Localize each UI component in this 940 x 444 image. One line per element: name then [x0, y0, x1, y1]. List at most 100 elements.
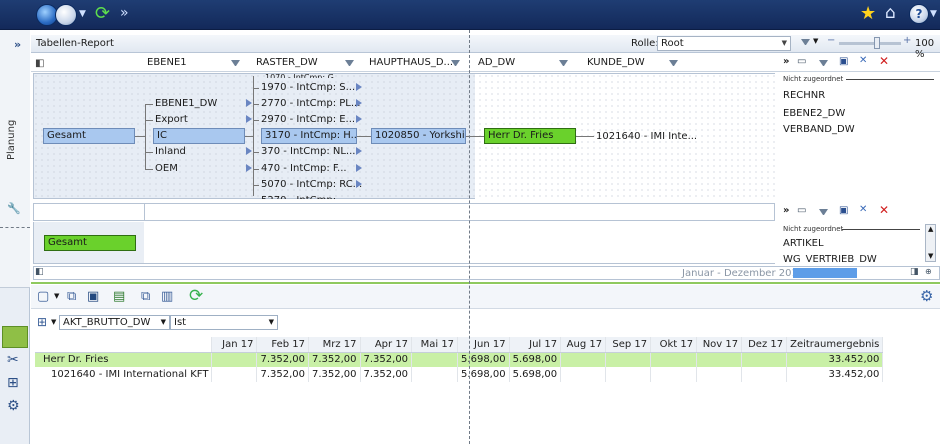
table-cell[interactable] [741, 352, 788, 367]
cross-icon[interactable]: ✕ [859, 204, 867, 215]
table-cell-total[interactable]: 33.452,00 [786, 352, 884, 367]
table-column-header[interactable]: Mrz 17 [308, 337, 361, 353]
scroll-up-icon[interactable]: ▲ [928, 225, 933, 233]
collapse-panel-icon[interactable]: » [14, 38, 21, 51]
table-column-header-total[interactable]: Zeitraumergebnis [786, 337, 884, 353]
settings-gear-icon[interactable]: ⚙ [920, 287, 933, 305]
table-column-header[interactable]: Sep 17 [605, 337, 652, 353]
expand-arrow-icon[interactable] [356, 147, 362, 155]
zoom-slider-handle[interactable] [874, 37, 880, 49]
expand-arrow-icon[interactable] [246, 115, 252, 123]
expand-arrow-icon[interactable] [356, 99, 362, 107]
timeline-selection[interactable] [793, 268, 857, 278]
version-select[interactable]: Ist ▼ [170, 315, 278, 330]
table-column-header[interactable]: Apr 17 [360, 337, 413, 353]
tree-label-raster[interactable]: 470 - IntCmp: F... [261, 163, 347, 175]
print-icon[interactable]: ▥ [161, 289, 173, 304]
filter-icon[interactable] [451, 60, 460, 68]
table-cell[interactable] [411, 367, 459, 382]
zoom-out-icon[interactable]: − [827, 35, 835, 46]
copy-icon[interactable]: ⧉ [67, 289, 76, 304]
help-dropdown-icon[interactable]: ▼ [930, 9, 937, 19]
settings-gear-icon[interactable]: ⚙ [7, 398, 20, 414]
export-icon[interactable]: ⧉ [141, 289, 150, 304]
table-cell[interactable] [605, 367, 652, 382]
hierarchy-icon[interactable]: ⊞ [7, 375, 19, 391]
column-ad[interactable]: AD_DW [478, 55, 515, 70]
vertical-scrollbar[interactable]: ▲ ▼ [925, 224, 936, 262]
column-raster[interactable]: RASTER_DW [256, 55, 318, 70]
tree-node-ad[interactable]: Herr Dr. Fries [484, 128, 576, 144]
tree-label-raster[interactable]: 2770 - IntCmp: PL... [261, 98, 360, 110]
table-cell[interactable]: 5.698,00 [509, 367, 562, 382]
table-cell[interactable] [211, 352, 258, 367]
table-cell[interactable]: 7.352,00 [360, 367, 413, 382]
table-cell[interactable] [650, 352, 698, 367]
filter-dropdown-icon[interactable]: ▼ [813, 37, 818, 45]
save-icon[interactable]: ▣ [839, 205, 848, 216]
expand-arrow-icon[interactable] [356, 180, 362, 188]
zoom-in-icon[interactable]: + [903, 35, 911, 46]
delete-icon[interactable]: ✕ [879, 54, 889, 68]
timeline-bar[interactable]: ◧ Januar - Dezember 2017 ◨ ⊕ [33, 266, 940, 280]
tree-label-raster[interactable]: 5270 - IntCmp: ... [261, 195, 349, 199]
row-label[interactable]: Herr Dr. Fries [35, 352, 213, 367]
layout-icon[interactable]: ▭ [797, 56, 806, 67]
filter-icon[interactable] [801, 39, 810, 47]
table-row[interactable]: Herr Dr. Fries 7.352,00 7.352,00 7.352,0… [35, 352, 884, 367]
tools-icon[interactable]: ✂ [7, 352, 19, 368]
table-column-header[interactable]: Okt 17 [650, 337, 698, 353]
tree-label-export[interactable]: Export [155, 114, 188, 126]
pages-icon[interactable] [2, 326, 28, 348]
table-column-header[interactable]: Aug 17 [560, 337, 607, 353]
measure-select[interactable]: AKT_BRUTTO_DW ▼ [59, 315, 170, 330]
filter-icon[interactable] [819, 60, 828, 68]
table-cell[interactable] [605, 352, 652, 367]
table-column-header[interactable]: Jul 17 [509, 337, 562, 353]
new-dropdown-icon[interactable]: ▼ [54, 292, 59, 300]
table-row[interactable]: 1021640 - IMI International KFT 7.352,00… [35, 367, 884, 382]
tree-label-raster-partial[interactable]: 1070 - IntCmp: G... [265, 72, 341, 78]
more-icon[interactable]: » [783, 56, 789, 67]
help-icon[interactable]: ? [909, 4, 929, 24]
unassigned-item[interactable]: ARTIKEL [783, 238, 824, 249]
filter-icon[interactable] [819, 209, 828, 217]
tree-label-ebene1[interactable]: EBENE1_DW [155, 98, 217, 110]
measure-hierarchy-icon[interactable]: ⊞ [37, 315, 47, 329]
measure-dropdown-icon[interactable]: ▼ [51, 318, 56, 326]
unassigned-item[interactable]: RECHNR [783, 90, 825, 101]
more-icon[interactable]: » [783, 205, 789, 216]
excel-icon[interactable]: ▤ [113, 289, 125, 304]
tree-label-kunde[interactable]: 1021640 - IMI Inte... [596, 131, 697, 143]
delete-icon[interactable]: ✕ [879, 203, 889, 217]
tree-label-raster[interactable]: 5070 - IntCmp: RC... [261, 179, 362, 191]
table-cell[interactable]: 5.698,00 [509, 352, 562, 367]
planning-tab[interactable]: 🔧 Planung [0, 30, 30, 288]
home-icon[interactable]: ⌂ [885, 3, 896, 23]
expand-arrow-icon[interactable] [356, 83, 362, 91]
tree-node-gesamt[interactable]: Gesamt [43, 128, 135, 144]
refresh-icon[interactable]: ⟳ [189, 286, 203, 306]
tree-label-oem[interactable]: OEM [155, 163, 178, 175]
column-ebene1[interactable]: EBENE1 [147, 55, 187, 70]
filter-icon[interactable] [669, 60, 678, 68]
save-icon[interactable]: ▣ [839, 56, 848, 67]
tree-label-raster[interactable]: 1970 - IntCmp: S... [261, 82, 355, 94]
unassigned-item[interactable]: VERBAND_DW [783, 124, 855, 135]
new-icon[interactable]: ▢ [37, 289, 49, 304]
table-cell[interactable] [650, 367, 698, 382]
table-cell-total[interactable]: 33.452,00 [786, 367, 884, 382]
filter-icon[interactable] [345, 60, 354, 68]
fast-forward-icon[interactable]: » [120, 5, 129, 21]
table-cell[interactable]: 7.352,00 [308, 367, 361, 382]
column-haupthaus[interactable]: HAUPTHAUS_D... [369, 55, 453, 70]
table-cell[interactable] [411, 352, 459, 367]
expand-arrow-icon[interactable] [246, 164, 252, 172]
layout-icon[interactable]: ▭ [797, 205, 806, 216]
cross-icon[interactable]: ✕ [859, 55, 867, 66]
table-column-header[interactable]: Jun 17 [457, 337, 510, 353]
role-select[interactable]: Root ▼ [657, 36, 791, 51]
column-kunde[interactable]: KUNDE_DW [587, 55, 645, 70]
table-cell[interactable] [741, 367, 788, 382]
table-cell[interactable]: 5.698,00 [457, 352, 510, 367]
